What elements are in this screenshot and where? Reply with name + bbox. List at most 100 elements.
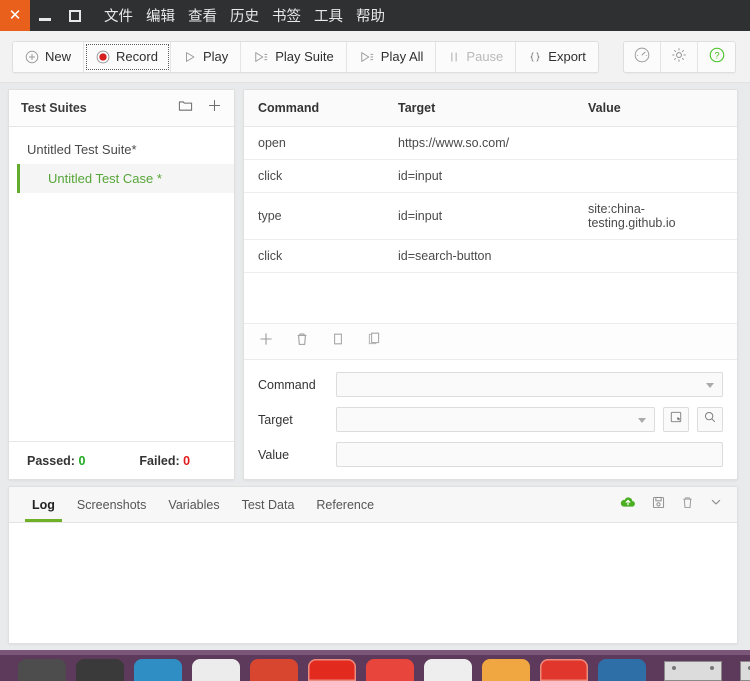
copy-row-icon[interactable] — [330, 331, 346, 352]
save-icon[interactable] — [651, 495, 666, 515]
chevron-down-icon — [638, 418, 646, 423]
value-field-control — [336, 442, 723, 467]
target-input[interactable] — [336, 407, 655, 432]
cell-command: click — [244, 159, 384, 193]
window-maximize-button[interactable] — [60, 0, 90, 31]
cell-command: type — [244, 192, 384, 240]
cell-value — [574, 159, 737, 193]
menu-item-help[interactable]: 帮助 — [356, 5, 385, 26]
cloud-upload-icon[interactable] — [619, 494, 637, 515]
taskbar-window-1[interactable] — [664, 661, 722, 681]
column-header-command[interactable]: Command — [244, 90, 384, 127]
taskbar-icon-11[interactable] — [598, 659, 646, 681]
table-row[interactable]: open https://www.so.com/ — [244, 126, 737, 160]
taskbar-icon-4[interactable] — [192, 659, 240, 681]
column-header-value[interactable]: Value — [574, 90, 737, 127]
taskbar-items — [0, 659, 750, 681]
test-suites-header-actions — [178, 98, 222, 118]
taskbar-icon-10[interactable] — [540, 659, 588, 681]
log-actions — [619, 494, 723, 515]
new-button[interactable]: New — [13, 41, 85, 72]
failed-label: Failed: — [139, 453, 180, 468]
maximize-icon — [69, 9, 81, 22]
braces-icon — [528, 50, 542, 64]
taskbar-icon-9[interactable] — [482, 659, 530, 681]
record-button[interactable]: Record — [84, 41, 171, 72]
taskbar-window-2[interactable] — [740, 661, 750, 681]
clear-log-icon[interactable] — [680, 495, 695, 515]
find-target-button[interactable] — [697, 407, 723, 432]
test-suites-header: Test Suites — [9, 90, 234, 127]
command-form: Command Target Value — [244, 360, 737, 479]
command-input[interactable] — [336, 372, 723, 397]
paste-row-icon[interactable] — [366, 331, 382, 352]
menu-item-file[interactable]: 文件 — [104, 5, 133, 26]
export-button[interactable]: Export — [516, 41, 598, 72]
os-taskbar — [0, 650, 750, 681]
tab-variables[interactable]: Variables — [157, 487, 230, 522]
new-folder-icon[interactable] — [178, 98, 193, 118]
main-area: Test Suites Untitled Test Suite* Untitle… — [0, 83, 750, 486]
value-input[interactable] — [336, 442, 723, 467]
test-suite-item[interactable]: Untitled Test Suite* — [9, 135, 234, 164]
column-header-target[interactable]: Target — [384, 90, 574, 127]
table-row[interactable]: type id=input site:china-testing.github.… — [244, 192, 737, 240]
passed-count: 0 — [78, 453, 86, 468]
sidebar-item-untitled-test-case[interactable]: Untitled Test Case * — [17, 164, 234, 193]
play-all-button[interactable]: Play All — [346, 41, 437, 72]
chevron-down-icon[interactable] — [709, 495, 723, 514]
settings-button[interactable] — [661, 42, 698, 72]
taskbar-icon-1[interactable] — [18, 659, 66, 681]
taskbar-icon-6[interactable] — [308, 659, 356, 681]
pause-icon — [448, 50, 460, 64]
log-panel-inner: Log Screenshots Variables Test Data Refe… — [8, 486, 738, 644]
menu-item-bookmark[interactable]: 书签 — [272, 5, 301, 26]
tab-reference[interactable]: Reference — [305, 487, 385, 522]
commands-table-header-row: Command Target Value — [244, 90, 737, 127]
play-suite-button[interactable]: Play Suite — [241, 41, 347, 72]
row-tools-bar — [244, 323, 737, 360]
window-close-button[interactable]: ✕ — [0, 0, 30, 31]
pause-button: Pause — [436, 41, 517, 72]
commands-table-head: Command Target Value — [244, 90, 737, 127]
tab-screenshots[interactable]: Screenshots — [66, 487, 157, 522]
record-button-label: Record — [116, 49, 158, 64]
table-row[interactable]: click id=input — [244, 159, 737, 193]
taskbar-icon-5[interactable] — [250, 659, 298, 681]
window-dot-left — [672, 666, 676, 670]
menu-item-view[interactable]: 查看 — [188, 5, 217, 26]
chevron-down-icon — [706, 383, 714, 388]
speed-settings-button[interactable] — [624, 42, 661, 72]
pause-button-label: Pause — [466, 49, 504, 64]
tab-test-data[interactable]: Test Data — [231, 487, 306, 522]
menu-item-edit[interactable]: 编辑 — [146, 5, 175, 26]
taskbar-icon-8[interactable] — [424, 659, 472, 681]
add-row-icon[interactable] — [258, 331, 274, 352]
failed-count: 0 — [183, 453, 191, 468]
menu-bar: 文件 编辑 查看 历史 书签 工具 帮助 — [104, 5, 385, 26]
export-button-label: Export — [548, 49, 586, 64]
form-row-target: Target — [258, 407, 723, 432]
table-row[interactable]: click id=search-button — [244, 239, 737, 273]
add-icon[interactable] — [207, 98, 222, 118]
menu-item-tools[interactable]: 工具 — [314, 5, 343, 26]
select-target-button[interactable] — [663, 407, 689, 432]
tab-log[interactable]: Log — [21, 487, 66, 522]
cell-target: id=input — [384, 192, 574, 240]
taskbar-icon-2[interactable] — [76, 659, 124, 681]
taskbar-icon-3[interactable] — [134, 659, 182, 681]
test-results-summary: Passed: 0 Failed: 0 — [9, 441, 234, 479]
os-title-bar: ✕ 文件 编辑 查看 历史 书签 工具 帮助 — [0, 0, 750, 31]
commands-table: Command Target Value open https://www.so… — [244, 90, 737, 273]
play-button[interactable]: Play — [170, 41, 242, 72]
failed-stat: Failed: 0 — [139, 454, 190, 468]
window-minimize-button[interactable] — [30, 0, 60, 31]
help-button[interactable]: ? — [698, 42, 735, 72]
menu-item-history[interactable]: 历史 — [230, 5, 259, 26]
test-suites-panel: Test Suites Untitled Test Suite* Untitle… — [8, 89, 235, 480]
passed-label: Passed: — [27, 453, 75, 468]
delete-row-icon[interactable] — [294, 331, 310, 352]
gear-icon — [670, 46, 688, 69]
target-field-control — [336, 407, 723, 432]
taskbar-icon-7[interactable] — [366, 659, 414, 681]
